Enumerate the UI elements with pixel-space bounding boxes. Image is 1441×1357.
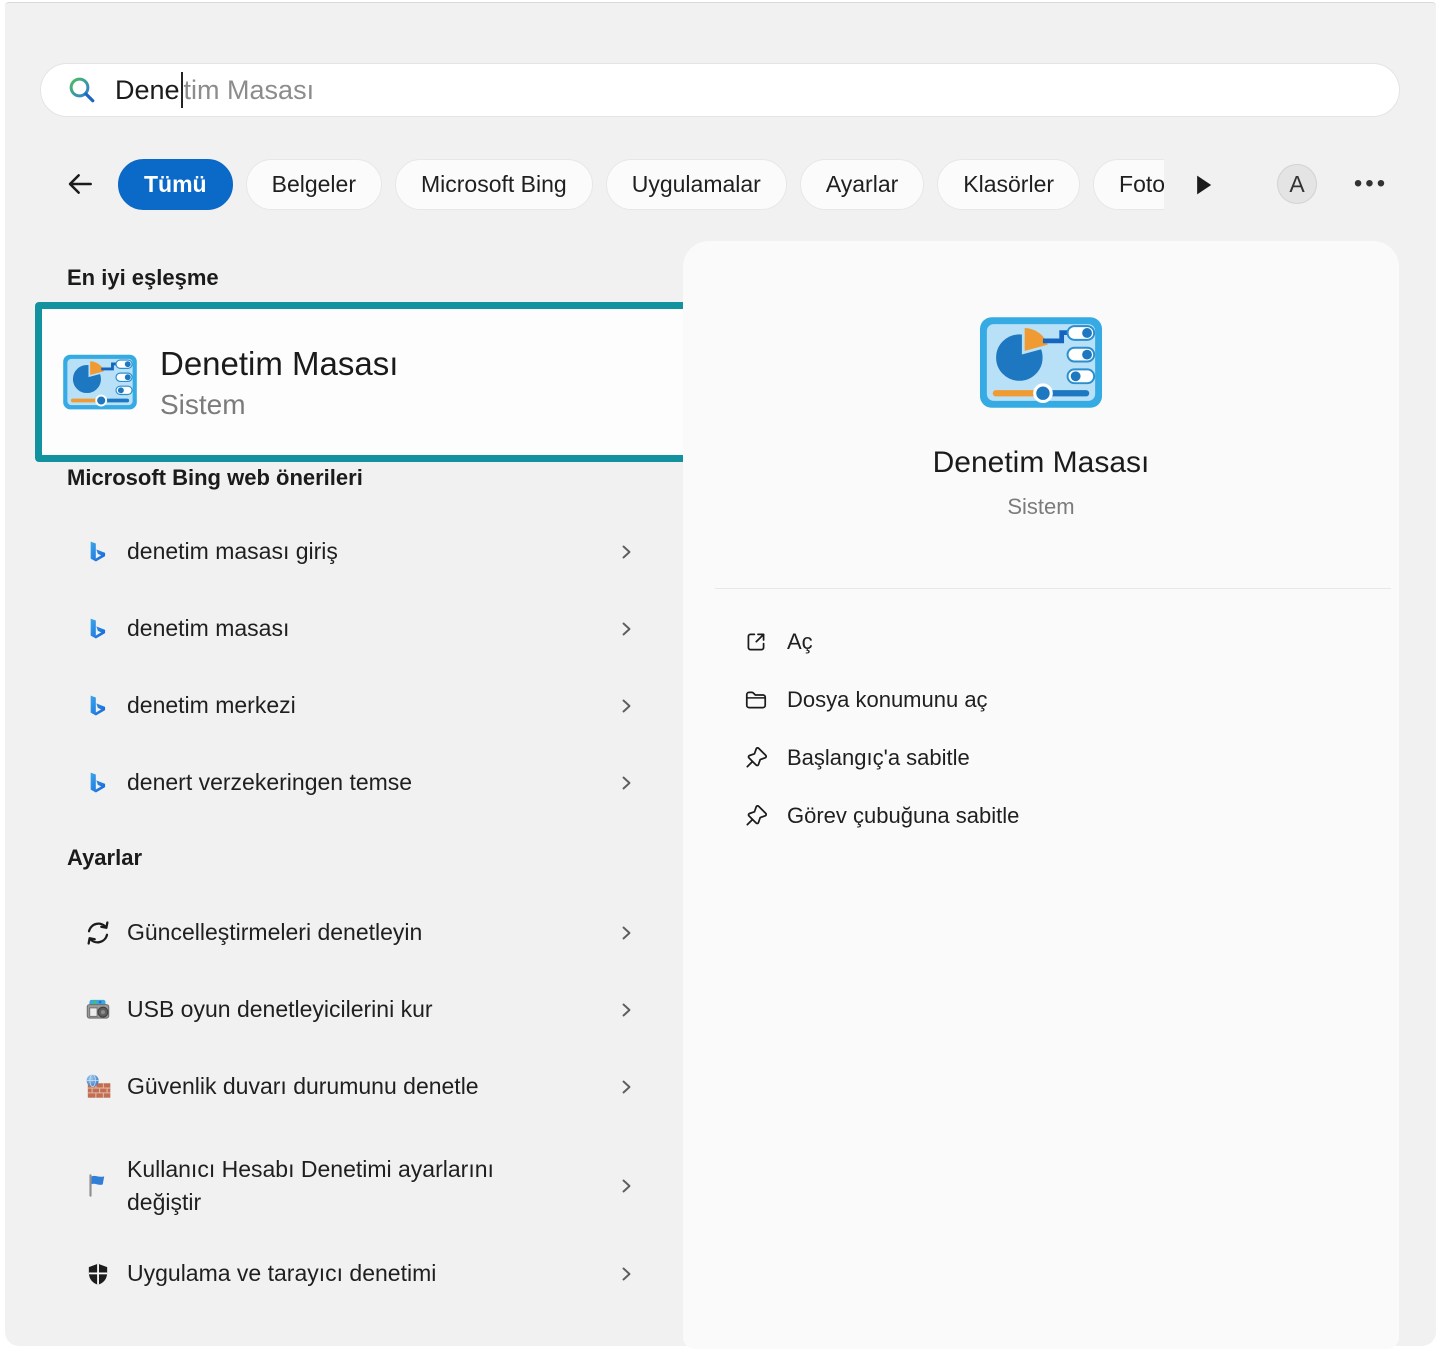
bing-icon	[83, 537, 113, 567]
chevron-right-icon	[617, 924, 635, 942]
open-icon	[743, 629, 769, 655]
security-shield-icon	[83, 1259, 113, 1289]
preview-title: Denetim Masası	[683, 446, 1399, 480]
play-icon	[1188, 171, 1218, 199]
best-match-title: Denetim Masası	[160, 343, 398, 384]
pin-icon	[743, 745, 769, 771]
bing-suggestions-header: Microsoft Bing web önerileri	[67, 465, 363, 491]
tab-label: Ayarlar	[826, 171, 898, 198]
folder-icon	[743, 687, 769, 713]
tab-label: Microsoft Bing	[421, 171, 567, 198]
chevron-right-icon	[617, 620, 635, 638]
suggestion-label: denetim masası giriş	[127, 535, 338, 568]
bing-icon	[83, 768, 113, 798]
best-match-subtitle: Sistem	[160, 389, 398, 421]
chevron-right-icon	[617, 1078, 635, 1096]
tab-apps[interactable]: Uygulamalar	[606, 159, 787, 210]
more-options-button[interactable]: •••	[1345, 164, 1397, 204]
tab-label: Tümü	[144, 171, 207, 198]
action-label: Başlangıç'a sabitle	[787, 745, 970, 771]
search-icon	[67, 75, 97, 105]
tab-microsoft-bing[interactable]: Microsoft Bing	[395, 159, 593, 210]
filter-tabs-strip: Tümü Belgeler Microsoft Bing Uygulamalar…	[118, 156, 1164, 212]
tab-all[interactable]: Tümü	[118, 159, 233, 210]
tab-photos[interactable]: Fotoğraflar	[1093, 159, 1164, 210]
firewall-icon	[83, 1072, 113, 1102]
control-panel-icon	[978, 315, 1104, 410]
search-window: Denetim Masası Tümü Belgeler Microsoft B…	[5, 2, 1436, 1346]
control-panel-icon	[62, 353, 138, 411]
setting-label: Güvenlik duvarı durumunu denetle	[127, 1070, 479, 1103]
tab-folders[interactable]: Klasörler	[937, 159, 1080, 210]
preview-actions: Aç Dosya konumunu aç Başlangıç'a sabitle	[683, 613, 1399, 845]
pin-icon	[743, 803, 769, 829]
preview-panel: Denetim Masası Sistem Aç Dosya konumunu …	[683, 241, 1399, 1349]
game-controller-icon	[83, 995, 113, 1025]
bing-suggestion-item[interactable]: denert verzekeringen temse	[35, 757, 635, 809]
setting-label: Uygulama ve tarayıcı denetimi	[127, 1257, 436, 1290]
text-caret	[181, 72, 183, 108]
back-arrow-icon	[62, 168, 98, 200]
preview-subtitle: Sistem	[683, 494, 1399, 520]
setting-label: Güncelleştirmeleri denetleyin	[127, 916, 422, 949]
best-match-header: En iyi eşleşme	[67, 265, 219, 291]
setting-item-usb-game-controllers[interactable]: USB oyun denetleyicilerini kur	[35, 984, 635, 1036]
uac-flag-icon	[83, 1171, 113, 1201]
refresh-icon	[83, 918, 113, 948]
tab-label: Klasörler	[963, 171, 1054, 198]
tab-settings[interactable]: Ayarlar	[800, 159, 924, 210]
bing-suggestion-item[interactable]: denetim merkezi	[35, 680, 635, 732]
tab-label: Uygulamalar	[632, 171, 761, 198]
bing-suggestion-item[interactable]: denetim masası giriş	[35, 526, 635, 578]
setting-item-uac-settings[interactable]: Kullanıcı Hesabı Denetimi ayarlarını değ…	[35, 1138, 635, 1234]
action-open[interactable]: Aç	[683, 613, 1399, 671]
bing-suggestion-item[interactable]: denetim masası	[35, 603, 635, 655]
chevron-right-icon	[617, 1001, 635, 1019]
suggestion-label: denetim masası	[127, 612, 289, 645]
search-bar[interactable]: Denetim Masası	[40, 63, 1400, 117]
avatar-letter: A	[1289, 171, 1304, 198]
chevron-right-icon	[617, 1265, 635, 1283]
bing-icon	[83, 691, 113, 721]
action-pin-to-start[interactable]: Başlangıç'a sabitle	[683, 729, 1399, 787]
account-avatar[interactable]: A	[1277, 164, 1317, 204]
filter-tabs-row: Tümü Belgeler Microsoft Bing Uygulamalar…	[5, 156, 1436, 212]
setting-item-app-browser-control[interactable]: Uygulama ve tarayıcı denetimi	[35, 1248, 635, 1300]
tabs-scroll-right-button[interactable]	[1188, 171, 1218, 199]
action-pin-to-taskbar[interactable]: Görev çubuğuna sabitle	[683, 787, 1399, 845]
search-typed-text: Dene	[115, 75, 180, 106]
tab-label: Belgeler	[272, 171, 356, 198]
tab-documents[interactable]: Belgeler	[246, 159, 382, 210]
bing-icon	[83, 614, 113, 644]
chevron-right-icon	[617, 774, 635, 792]
search-input[interactable]: Denetim Masası	[115, 72, 314, 108]
setting-label: Kullanıcı Hesabı Denetimi ayarlarını değ…	[127, 1153, 557, 1220]
back-button[interactable]	[62, 168, 98, 200]
setting-item-firewall-status[interactable]: Güvenlik duvarı durumunu denetle	[35, 1061, 635, 1113]
action-open-file-location[interactable]: Dosya konumunu aç	[683, 671, 1399, 729]
chevron-right-icon	[617, 697, 635, 715]
ellipsis-icon: •••	[1354, 170, 1388, 197]
chevron-right-icon	[617, 1177, 635, 1195]
settings-section-header: Ayarlar	[67, 845, 142, 871]
tab-label: Fotoğraflar	[1119, 171, 1164, 198]
best-match-result[interactable]: Denetim Masası Sistem	[35, 302, 763, 462]
setting-label: USB oyun denetleyicilerini kur	[127, 993, 433, 1026]
action-label: Dosya konumunu aç	[787, 687, 988, 713]
suggestion-label: denert verzekeringen temse	[127, 766, 412, 799]
suggestion-label: denetim merkezi	[127, 689, 296, 722]
search-suggestion-text: tim Masası	[184, 75, 315, 106]
chevron-right-icon	[617, 543, 635, 561]
action-label: Aç	[787, 629, 813, 655]
setting-item-check-updates[interactable]: Güncelleştirmeleri denetleyin	[35, 907, 635, 959]
divider	[715, 588, 1391, 589]
best-match-text: Denetim Masası Sistem	[160, 343, 398, 420]
action-label: Görev çubuğuna sabitle	[787, 803, 1019, 829]
